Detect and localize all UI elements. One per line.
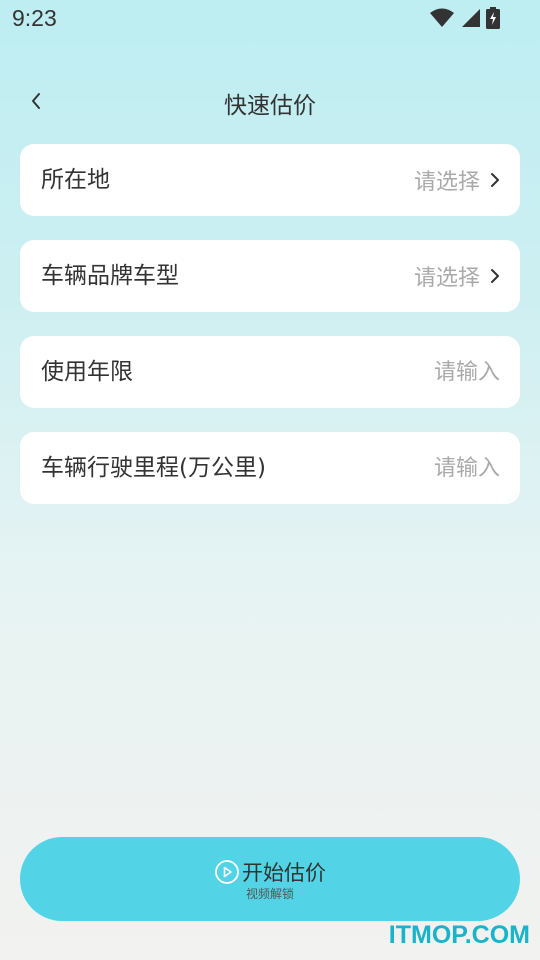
years-used-row: 使用年限 <box>20 336 520 408</box>
start-estimate-label: 开始估价 <box>242 861 326 885</box>
chevron-right-icon <box>490 172 500 188</box>
mileage-label: 车辆行驶里程(万公里) <box>41 455 266 481</box>
watermark: ITMOP.COM <box>388 921 530 949</box>
years-used-field-wrap <box>260 336 500 408</box>
location-value: 请选择 <box>413 170 480 195</box>
mileage-field-wrap <box>260 432 500 504</box>
signal-icon <box>462 9 480 27</box>
location-label: 所在地 <box>41 167 110 193</box>
brand-model-selector[interactable]: 请选择 <box>414 240 500 312</box>
brand-model-value: 请选择 <box>413 266 480 291</box>
start-estimate-sublabel: 视频解锁 <box>245 887 294 901</box>
battery-charging-icon <box>486 7 500 29</box>
page-title: 快速估价 <box>224 93 316 119</box>
status-time: 9:23 <box>12 5 57 31</box>
location-selector[interactable]: 请选择 <box>414 144 500 216</box>
mileage-input[interactable] <box>260 455 500 481</box>
play-circle-icon <box>215 860 239 884</box>
status-icons <box>430 7 500 29</box>
header: 快速估价 <box>0 80 540 124</box>
status-bar: 9:23 <box>0 0 540 38</box>
wifi-icon <box>430 8 454 27</box>
brand-model-label: 车辆品牌车型 <box>41 263 179 289</box>
location-row[interactable]: 所在地 请选择 <box>20 144 520 216</box>
start-estimate-button[interactable]: 开始估价 视频解锁 <box>20 837 520 921</box>
start-estimate-main: 开始估价 <box>20 857 520 887</box>
brand-model-row[interactable]: 车辆品牌车型 请选择 <box>20 240 520 312</box>
chevron-right-icon <box>490 268 500 284</box>
mileage-row: 车辆行驶里程(万公里) <box>20 432 520 504</box>
years-used-input[interactable] <box>260 359 500 385</box>
years-used-label: 使用年限 <box>41 359 133 385</box>
